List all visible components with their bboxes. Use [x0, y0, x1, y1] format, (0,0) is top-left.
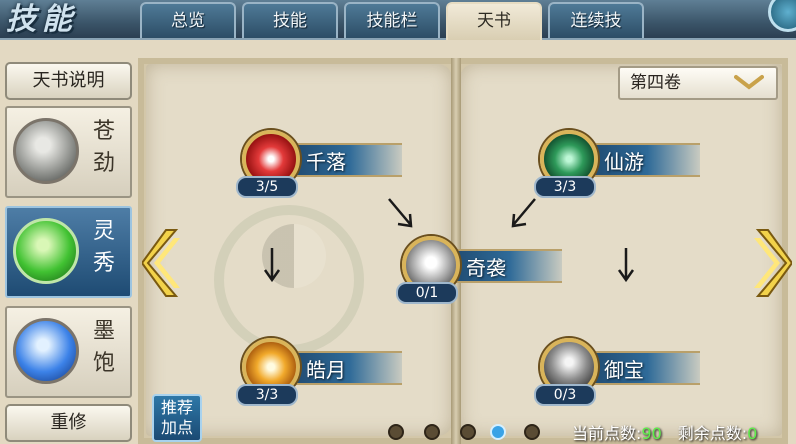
- current-points-label: 当前点数:: [572, 424, 642, 443]
- recommend-label-line2: 加点: [160, 418, 193, 437]
- page-dot-active[interactable]: [490, 424, 506, 440]
- skill-node-xianyou[interactable]: 仙游 3/3: [534, 130, 704, 202]
- recommend-label-line1: 推荐: [160, 398, 193, 417]
- skill-level-count: 3/3: [534, 176, 596, 198]
- close-button[interactable]: [768, 0, 796, 32]
- tab-skills[interactable]: 技能: [242, 2, 338, 38]
- skill-level-count: 3/3: [236, 384, 298, 406]
- page-dot[interactable]: [424, 424, 440, 440]
- page-dot[interactable]: [524, 424, 540, 440]
- remaining-points-value: 0: [747, 424, 758, 443]
- volume-label: 第四卷: [630, 73, 681, 93]
- school-cangjin[interactable]: 苍劲: [5, 106, 132, 198]
- school-mobao[interactable]: 墨饱: [5, 306, 132, 398]
- reset-button[interactable]: 重修: [5, 404, 132, 442]
- chevron-down-icon: [734, 75, 764, 90]
- volume-select[interactable]: 第四卷: [618, 66, 778, 100]
- skill-node-haoyue[interactable]: 皓月 3/3: [236, 338, 406, 410]
- diagonal-arrow-icon: [511, 198, 536, 228]
- lingxiu-school-icon: [13, 218, 79, 284]
- skill-level-count: 3/5: [236, 176, 298, 198]
- school-name: 墨饱: [92, 319, 115, 376]
- tab-overview[interactable]: 总览: [140, 2, 236, 38]
- tab-skill-bar[interactable]: 技能栏: [344, 2, 440, 38]
- prev-page-arrow-icon[interactable]: [142, 228, 182, 298]
- school-name: 苍劲: [92, 119, 115, 176]
- points-display: 当前点数:90 剩余点数:0: [572, 420, 757, 444]
- down-arrow-icon: [617, 248, 635, 283]
- skill-level-count: 0/1: [396, 282, 458, 304]
- tab-combo[interactable]: 连续技: [548, 2, 644, 38]
- skill-name: 皓月: [306, 358, 346, 382]
- tianshu-info-button[interactable]: 天书说明: [5, 62, 132, 100]
- current-points-value: 90: [641, 424, 662, 443]
- remaining-points-label: 剩余点数:: [677, 424, 748, 443]
- tab-tianshu[interactable]: 天书: [446, 2, 542, 40]
- school-lingxiu[interactable]: 灵秀: [5, 206, 132, 298]
- page-dot[interactable]: [388, 424, 404, 440]
- down-arrow-icon: [263, 248, 281, 283]
- page-dot[interactable]: [460, 424, 476, 440]
- skill-node-qixi[interactable]: 奇袭 0/1: [396, 236, 566, 308]
- diagonal-arrow-icon: [388, 198, 413, 228]
- top-bar: 技能 总览 技能 技能栏 天书 连续技: [0, 0, 796, 40]
- cangjin-school-icon: [13, 118, 79, 184]
- recommend-points-button[interactable]: 推荐 加点: [152, 394, 202, 442]
- mobao-school-icon: [13, 318, 79, 384]
- skill-node-yubao[interactable]: 御宝 0/3: [534, 338, 704, 410]
- skill-name: 仙游: [604, 150, 644, 174]
- skill-name: 千落: [306, 150, 346, 174]
- panel-title: 技能: [6, 2, 78, 37]
- skill-name: 奇袭: [466, 256, 506, 280]
- next-page-arrow-icon[interactable]: [752, 228, 792, 298]
- skill-name: 御宝: [604, 358, 644, 382]
- skill-node-qianluo[interactable]: 千落 3/5: [236, 130, 406, 202]
- school-name: 灵秀: [92, 219, 115, 276]
- skill-level-count: 0/3: [534, 384, 596, 406]
